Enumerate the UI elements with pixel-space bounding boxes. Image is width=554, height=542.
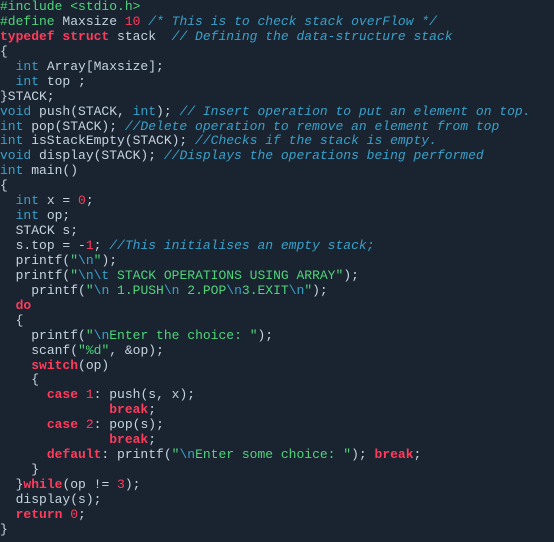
comment: // Insert operation to put an element on… [179, 104, 530, 119]
brace: { [31, 372, 39, 387]
comment: //Displays the operations being performe… [164, 148, 484, 163]
keyword-typedef: typedef [0, 29, 55, 44]
brace: } [31, 462, 39, 477]
keyword-default: default [47, 447, 102, 462]
preproc-include: #include [0, 0, 70, 14]
escape: \n\t [78, 268, 109, 283]
literal: 3 [117, 477, 125, 492]
keyword-break: break [109, 432, 148, 447]
brace: { [16, 313, 24, 328]
keyword-case: case [47, 387, 78, 402]
identifier: stack [117, 29, 172, 44]
literal: 1 [86, 238, 94, 253]
type-int: int [133, 104, 156, 119]
comment: //Checks if the stack is empty. [195, 133, 437, 148]
string: Enter some choice: [195, 447, 343, 462]
type-int: int [0, 119, 23, 134]
comment: //Delete operation to remove an element … [125, 119, 499, 134]
keyword-do: do [16, 298, 32, 313]
comment: /* This is to check stack overFlow */ [140, 14, 436, 29]
code-block: #include <stdio.h> #define Maxsize 10 /*… [0, 0, 554, 538]
string: %d [86, 343, 102, 358]
keyword-break: break [375, 447, 414, 462]
string: STACK OPERATIONS USING ARRAY [109, 268, 335, 283]
brace: { [0, 178, 8, 193]
preproc-define: #define [0, 14, 62, 29]
literal: 0 [70, 507, 78, 522]
literal: 1 [86, 387, 94, 402]
keyword-switch: switch [31, 358, 78, 373]
type-int: int [0, 133, 23, 148]
comment: // Defining the data-structure stack [172, 29, 453, 44]
type-int: int [0, 163, 23, 178]
brace: } [0, 522, 8, 537]
include-file: <stdio.h> [70, 0, 140, 14]
macro-name: Maxsize [62, 14, 124, 29]
literal: 10 [125, 14, 141, 29]
type-int: int [16, 208, 39, 223]
keyword-struct: struct [62, 29, 109, 44]
decl: top ; [39, 74, 86, 89]
fn-printf: printf( [16, 268, 71, 283]
comment: //This initialises an empty stack; [109, 238, 374, 253]
literal: 0 [78, 193, 86, 208]
decl: STACK s; [16, 223, 78, 238]
keyword-return: return [16, 507, 63, 522]
fn-printf: printf( [31, 283, 86, 298]
literal: 2 [86, 417, 94, 432]
string: Enter the choice: [109, 328, 249, 343]
fn-printf: printf( [31, 328, 86, 343]
decl: Array[Maxsize]; [39, 59, 164, 74]
type-int: int [16, 59, 39, 74]
escape: \n [78, 253, 94, 268]
keyword-while: while [23, 477, 62, 492]
fn-printf: printf( [16, 253, 71, 268]
type-void: void [0, 148, 31, 163]
fn-scanf: scanf( [31, 343, 78, 358]
keyword-case: case [47, 417, 78, 432]
fn-main: main() [23, 163, 78, 178]
type-void: void [0, 104, 31, 119]
stmt: display(s); [16, 492, 102, 507]
keyword-break: break [109, 402, 148, 417]
type-int: int [16, 74, 39, 89]
brace: { [0, 44, 8, 59]
brace: }STACK; [0, 89, 55, 104]
type-int: int [16, 193, 39, 208]
